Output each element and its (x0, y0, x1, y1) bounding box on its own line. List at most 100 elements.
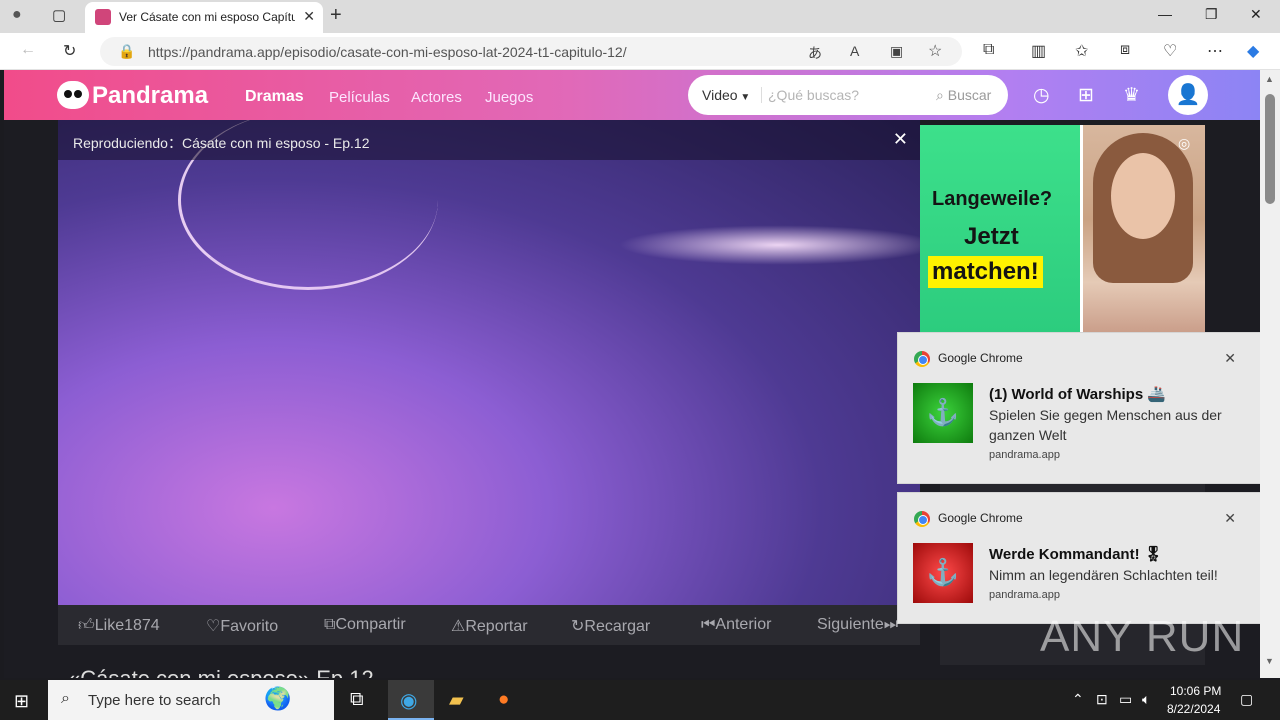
search-icon: ⌕ (61, 690, 70, 707)
site-header: Pandrama Dramas Películas Actores Juegos… (4, 70, 1260, 120)
search-input[interactable] (768, 83, 928, 107)
nav-actores[interactable]: Actores (411, 89, 462, 106)
nav-juegos[interactable]: Juegos (485, 89, 533, 106)
favorite-star-icon[interactable]: ☆ (928, 41, 942, 61)
warships-green-icon: ⚓ (913, 383, 973, 443)
tab-actions-icon[interactable]: ▢ (52, 6, 66, 24)
back-icon[interactable]: ← (20, 41, 36, 59)
share-label: Compartir (335, 616, 406, 633)
split-screen-icon[interactable]: ▥ (1031, 41, 1046, 61)
scroll-up-icon[interactable]: ▲ (1265, 74, 1274, 84)
like-button[interactable]: 👍︎Like1874 (78, 616, 160, 635)
volume-icon[interactable]: 🔈︎ (1142, 691, 1150, 708)
next-label: Siguiente (817, 616, 884, 633)
notification-body: Nimm an legendären Schlachten teil! (989, 567, 1218, 583)
taskbar-search[interactable]: ⌕ Type here to search 🌍 (48, 680, 334, 720)
notification-close-icon[interactable]: ✕ (1224, 510, 1236, 527)
taskbar-date[interactable]: 8/22/2024 (1167, 702, 1220, 716)
network-icon[interactable]: ▭ (1119, 691, 1132, 708)
taskbar-search-placeholder: Type here to search (88, 692, 221, 709)
categories-icon[interactable]: ⊞ (1078, 84, 1094, 107)
search-icon: ⌕ (936, 87, 944, 103)
report-label: Reportar (465, 618, 528, 635)
search-divider (761, 87, 762, 103)
favorite-button[interactable]: ♡Favorito (206, 616, 278, 636)
previous-label: Anterior (715, 616, 772, 633)
taskbar-edge[interactable]: ◉ (388, 680, 434, 720)
profile-icon[interactable]: ● (12, 6, 22, 24)
notification-card[interactable]: Google Chrome ✕ ⚓ Werde Kommandant! 🎖 Ni… (897, 492, 1261, 624)
ad-text-panel: Langeweile? Jetzt matchen! (920, 125, 1080, 335)
previous-button[interactable]: ⏮Anterior (701, 616, 771, 634)
reload-icon: ↻ (571, 618, 585, 635)
firefox-icon[interactable]: ● (498, 689, 509, 711)
tab-favicon-icon (95, 9, 111, 25)
window-close-icon[interactable]: ✕ (1250, 6, 1262, 23)
next-button[interactable]: Siguiente⏭ (817, 616, 898, 634)
reload-label: Recargar (584, 618, 651, 635)
chrome-icon (914, 351, 930, 367)
panda-logo-icon[interactable] (57, 81, 89, 109)
user-avatar-icon[interactable]: 👤 (1168, 75, 1208, 115)
notification-title: (1) World of Warships 🚢 (989, 386, 1167, 403)
browser-essentials-icon[interactable]: ♡ (1163, 41, 1177, 61)
copilot-icon[interactable]: ◆ (1247, 41, 1259, 61)
reload-button[interactable]: ↻Recargar (571, 616, 650, 636)
tray-chevron-icon[interactable]: ⌃ (1072, 691, 1084, 708)
restore-icon[interactable]: ❐ (1205, 6, 1218, 23)
windows-start-icon[interactable]: ⊞ (14, 691, 29, 712)
share-button[interactable]: ⧉Compartir (324, 616, 406, 634)
search-button-label: Buscar (947, 87, 992, 103)
scroll-thumb[interactable] (1265, 94, 1275, 204)
history-icon[interactable]: ◷ (1033, 84, 1050, 107)
taskbar-time[interactable]: 10:06 PM (1170, 684, 1221, 698)
nav-peliculas[interactable]: Películas (329, 89, 390, 106)
ad-photo-face (1111, 153, 1175, 239)
video-player[interactable]: Reproduciendo：Cásate con mi esposo - Ep.… (58, 120, 920, 605)
new-tab-icon[interactable]: + (330, 4, 342, 27)
tray-app-icon[interactable]: ⊡ (1096, 691, 1108, 708)
notification-app-name: Google Chrome (938, 351, 1023, 365)
advertisement[interactable]: Langeweile? Jetzt matchen! ◎ (920, 125, 1205, 335)
collections-icon[interactable]: ⧈ (1120, 41, 1130, 59)
scroll-down-icon[interactable]: ▼ (1265, 656, 1274, 666)
video-frame-glow (618, 225, 920, 265)
more-options-icon[interactable]: ⋯ (1207, 41, 1223, 61)
warships-red-icon: ⚓ (913, 543, 973, 603)
ad-line-1: Langeweile? (932, 188, 1053, 210)
notification-card[interactable]: Google Chrome ✕ ⚓ (1) World of Warships … (897, 332, 1261, 484)
ad-line-2: Jetzt (964, 223, 1019, 250)
file-explorer-icon[interactable]: ▰ (449, 689, 464, 712)
address-bar[interactable]: 🔒 https://pandrama.app/episodio/casate-c… (100, 37, 962, 66)
minimize-icon[interactable]: — (1158, 6, 1172, 22)
search-box: Video ▼ ⌕ Buscar (688, 75, 1008, 115)
refresh-icon[interactable]: ↻ (63, 41, 76, 61)
notification-body: Spielen Sie gegen Menschen aus der ganze… (989, 407, 1222, 443)
notification-center-icon[interactable]: ▢ (1240, 691, 1253, 708)
url-text[interactable]: https://pandrama.app/episodio/casate-con… (148, 44, 627, 60)
task-view-icon[interactable]: ⧉ (350, 689, 364, 711)
translate-icon[interactable]: あ (808, 43, 822, 63)
notification-source: pandrama.app (989, 449, 1060, 461)
skip-forward-icon: ⏭ (883, 616, 899, 633)
player-close-icon[interactable]: ✕ (893, 129, 908, 150)
page-scrollbar[interactable]: ▲ ▼ (1260, 70, 1280, 678)
site-logo[interactable]: Pandrama (92, 82, 208, 110)
player-controls: 👍︎Like1874 ♡Favorito ⧉Compartir ⚠Reporta… (58, 605, 920, 645)
report-button[interactable]: ⚠Reportar (451, 616, 528, 636)
nav-dramas[interactable]: Dramas (245, 88, 304, 106)
read-aloud-icon[interactable]: A (850, 43, 859, 59)
favorites-icon[interactable]: ✩ (1075, 41, 1088, 61)
tab-close-icon[interactable]: ✕ (303, 8, 315, 25)
search-button[interactable]: ⌕ Buscar (936, 87, 991, 104)
share-icon: ⧉ (324, 616, 336, 633)
browser-tab-active[interactable]: Ver Cásate con mi esposo Capítulo ✕ (85, 2, 323, 33)
search-type-select[interactable]: Video ▼ (702, 87, 750, 103)
notification-close-icon[interactable]: ✕ (1224, 350, 1236, 367)
immersive-reader-icon[interactable]: ▣ (890, 43, 903, 60)
lock-icon[interactable]: 🔒 (118, 43, 135, 60)
chrome-icon (914, 511, 930, 527)
extensions-icon[interactable]: ⧉ (983, 41, 994, 59)
windows-taskbar: ⊞ ⌕ Type here to search 🌍 ⧉ ◉ ▰ ● ⌃ ⊡ ▭ … (0, 680, 1280, 720)
crown-icon[interactable]: ♛ (1123, 84, 1140, 107)
